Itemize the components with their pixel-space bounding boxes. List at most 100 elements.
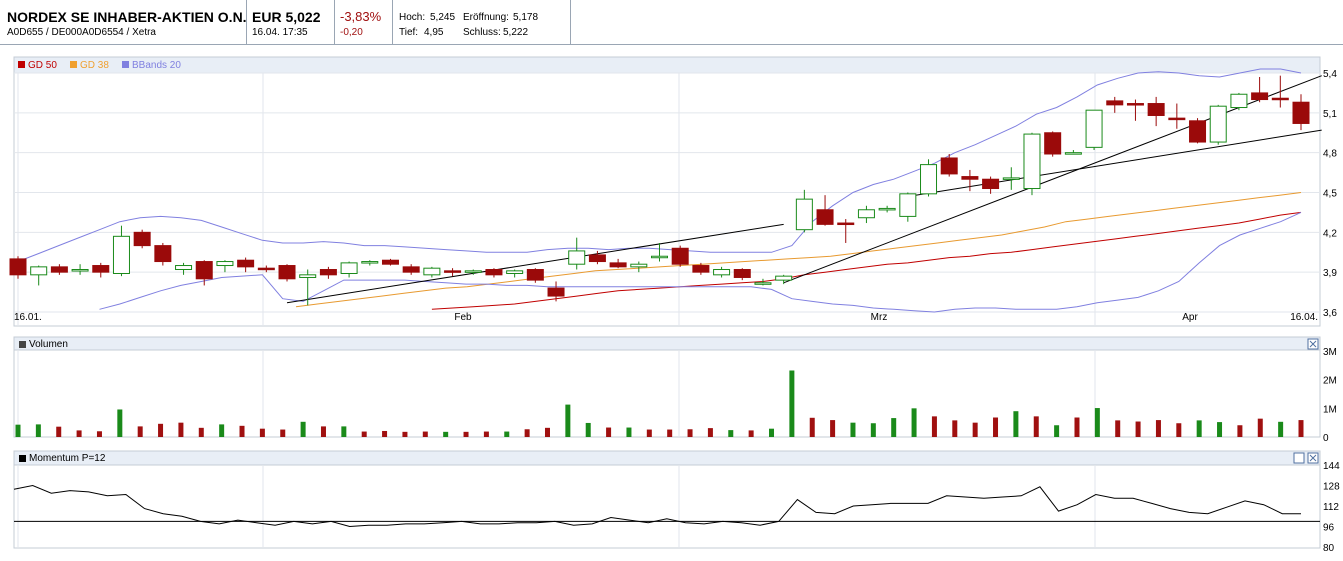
volume-bar	[239, 425, 245, 437]
price-axis-tick: 4,8	[1323, 149, 1337, 160]
candle-body	[940, 157, 958, 175]
volume-bar	[300, 421, 306, 437]
candle-body	[961, 176, 979, 180]
candle-body	[506, 270, 524, 274]
volume-bar	[524, 429, 530, 437]
volume-bar	[280, 429, 286, 437]
candle-body	[1064, 152, 1082, 155]
candle-body	[423, 267, 441, 276]
momentum-axis-tick: 128	[1323, 482, 1340, 493]
volume-bar	[707, 428, 713, 437]
volume-bar	[1033, 416, 1039, 437]
volume-bar	[585, 422, 591, 437]
x-axis-tick: 16.04.	[1290, 312, 1318, 323]
candle-body	[899, 193, 917, 217]
candle-body	[133, 231, 151, 247]
volume-bar	[259, 428, 265, 437]
candle-body	[1147, 103, 1165, 116]
candle-body	[630, 263, 648, 268]
volume-bar	[769, 428, 775, 437]
candle-body	[1085, 109, 1103, 148]
price-axis-tick: 4,5	[1323, 189, 1337, 200]
candle-body	[485, 269, 503, 276]
candle-body	[733, 269, 751, 278]
chart-area: 5,4 5,1 4,8 4,5 4,2 3,9 3,6 16.01. Feb Mrz Apr 16.0…	[9, 56, 1340, 554]
volume-bar	[76, 430, 82, 437]
volume-bar	[850, 422, 856, 437]
candle-body	[837, 222, 855, 226]
momentum-panel-frame	[13, 450, 1321, 549]
volume-bar	[198, 427, 204, 437]
volume-axis-tick: 1M	[1323, 404, 1337, 415]
volume-bar	[463, 431, 469, 437]
legend-swatch	[122, 61, 129, 68]
volume-bar	[1074, 417, 1080, 437]
candle-body	[1271, 97, 1289, 101]
volume-bar	[1298, 420, 1304, 437]
candle-body	[547, 287, 565, 297]
candle-body	[1292, 101, 1310, 124]
volume-bar	[870, 423, 876, 437]
candle-body	[795, 198, 813, 231]
volume-bar	[728, 430, 734, 437]
volume-bar	[1176, 423, 1182, 437]
candle-body	[237, 259, 255, 268]
volume-bar	[158, 423, 164, 437]
candle-body	[1002, 177, 1020, 180]
volume-bar	[361, 431, 367, 437]
candle-body	[381, 259, 399, 265]
candle-body	[1044, 132, 1062, 155]
momentum-panel-titlebar	[13, 450, 1321, 466]
candle-body	[1251, 92, 1269, 101]
candle-body	[9, 258, 27, 276]
price-axis-tick: 5,4	[1323, 69, 1337, 80]
candle-body	[319, 269, 337, 276]
candle-body	[609, 262, 627, 268]
volume-bar	[952, 420, 958, 437]
price-axis-tick: 3,6	[1323, 308, 1337, 319]
volume-bar	[15, 424, 21, 437]
volume-bar	[809, 417, 815, 437]
candle-body	[1126, 103, 1144, 106]
volume-axis-tick: 2M	[1323, 376, 1337, 387]
volume-bar	[35, 424, 41, 437]
volume-bar	[483, 431, 489, 437]
candle-body	[50, 266, 68, 273]
volume-axis-tick: 0	[1323, 433, 1329, 444]
candle-body	[340, 262, 358, 274]
volume-bar	[1094, 408, 1100, 437]
momentum-axis-tick: 112	[1323, 502, 1339, 513]
price-axis-tick: 3,9	[1323, 268, 1337, 279]
candle-body	[1168, 117, 1186, 121]
candle-body	[1230, 93, 1248, 109]
volume-bar	[137, 426, 143, 437]
candle-body	[402, 266, 420, 273]
volume-bar	[993, 417, 999, 437]
candle-body	[692, 265, 710, 273]
candle-body	[30, 266, 48, 276]
volume-bar	[320, 426, 326, 437]
volume-title: Volumen	[29, 339, 68, 350]
expand-icon[interactable]	[1293, 452, 1305, 464]
candle-body	[361, 261, 379, 264]
candle-body	[257, 267, 275, 271]
volume-bar	[972, 422, 978, 437]
candle-body	[1189, 120, 1207, 143]
price-axis-tick: 4,2	[1323, 228, 1337, 239]
x-axis-tick: Feb	[454, 312, 472, 323]
volume-bar	[646, 429, 652, 437]
momentum-axis-tick: 96	[1323, 523, 1335, 534]
price-axis-tick: 5,1	[1323, 109, 1337, 120]
candle-body	[775, 275, 793, 281]
volume-icon	[19, 341, 26, 348]
candle-body	[857, 209, 875, 219]
volume-bar	[402, 431, 408, 437]
candle-body	[71, 269, 89, 272]
candle-body	[878, 207, 896, 211]
candle-body	[464, 270, 482, 273]
volume-bar	[382, 430, 388, 437]
volume-bar	[1237, 425, 1243, 437]
x-axis-tick: 16.01.	[14, 312, 42, 323]
volume-bar	[1257, 418, 1263, 437]
candle-body	[444, 270, 462, 273]
